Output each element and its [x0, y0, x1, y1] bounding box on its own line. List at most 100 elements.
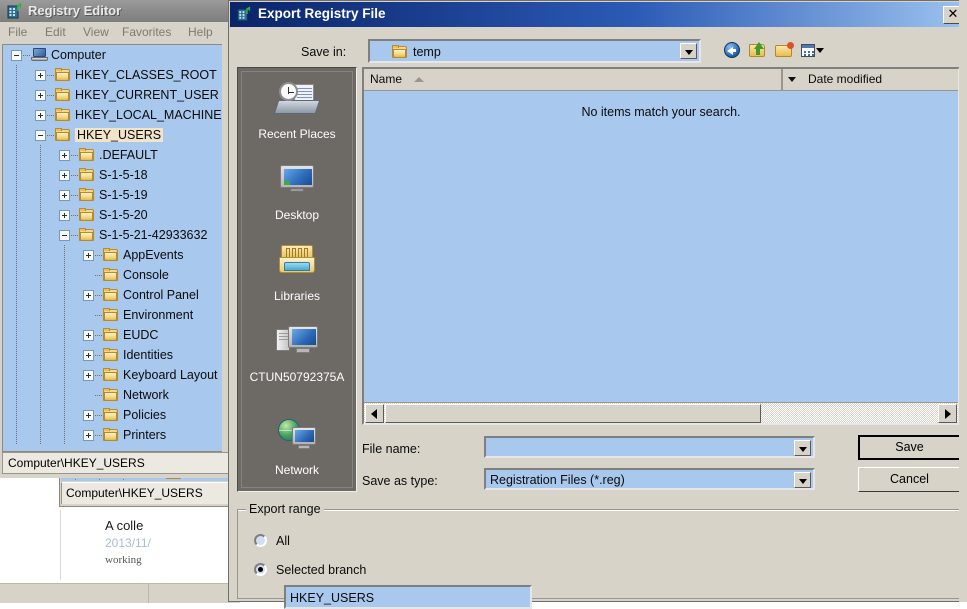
expand-toggle-icon[interactable] — [83, 350, 94, 361]
tree-item-s-1-5-21-42933632[interactable]: S-1-5-21-42933632 — [3, 225, 225, 245]
menu-favorites[interactable]: Favorites — [122, 25, 171, 39]
new-folder-icon[interactable] — [775, 41, 794, 60]
tree-connector — [16, 85, 17, 105]
tree-item-identities[interactable]: Identities — [3, 345, 225, 365]
place-network[interactable]: Network — [242, 416, 352, 477]
menu-file[interactable]: File — [8, 25, 27, 39]
scroll-left-button[interactable] — [365, 404, 384, 423]
expand-toggle-icon[interactable] — [83, 430, 94, 441]
tree-item-control-panel[interactable]: Control Panel — [3, 285, 225, 305]
expand-toggle-icon[interactable] — [35, 90, 46, 101]
tree-item-environment[interactable]: Environment — [3, 305, 225, 325]
tree-item-hkey-local-machine[interactable]: HKEY_LOCAL_MACHINE — [3, 105, 225, 125]
export-registry-file-dialog[interactable]: Export Registry File ✕ Save in: temp — [228, 0, 967, 602]
save-as-type-combobox[interactable]: Registration Files (*.reg) — [484, 468, 815, 490]
expand-toggle-icon[interactable] — [59, 210, 70, 221]
tree-item-printers[interactable]: Printers — [3, 425, 225, 445]
expand-toggle-icon[interactable] — [83, 410, 94, 421]
dialog-title-bar[interactable]: Export Registry File ✕ — [230, 2, 967, 27]
place-label: Libraries — [242, 289, 352, 303]
collapse-toggle-icon[interactable] — [59, 230, 70, 241]
scrollbar-thumb[interactable] — [385, 404, 761, 423]
tree-item-computer[interactable]: Computer — [3, 45, 225, 65]
views-icon[interactable] — [801, 41, 827, 60]
tree-connector — [40, 385, 41, 405]
tree-item-eudc[interactable]: EUDC — [3, 325, 225, 345]
registry-tree-pane[interactable]: ComputerHKEY_CLASSES_ROOT HKEY_CURRENT_US… — [2, 44, 226, 452]
collapse-toggle-icon[interactable] — [35, 130, 46, 141]
tree-connector — [40, 165, 41, 185]
file-name-dropdown-button[interactable] — [794, 440, 811, 456]
save-button[interactable]: Save — [858, 435, 961, 460]
dialog-title: Export Registry File — [258, 6, 386, 21]
tree-connector — [64, 405, 65, 425]
expand-toggle-icon[interactable] — [59, 190, 70, 201]
radio-selected-branch[interactable] — [254, 563, 267, 576]
places-bar[interactable]: Recent Places Desktop Libraries CTUN5079… — [237, 67, 357, 492]
file-list[interactable]: Name Date modified No items match your s… — [362, 67, 960, 425]
registry-editor-icon — [6, 3, 23, 19]
tree-item-hkey-classes-root[interactable]: HKEY_CLASSES_ROOT — [3, 65, 225, 85]
selected-branch-input[interactable]: HKEY_USERS — [284, 585, 532, 609]
expand-toggle-icon[interactable] — [35, 110, 46, 121]
save-in-combobox[interactable]: temp — [368, 39, 701, 63]
column-header-name-label: Name — [370, 72, 402, 86]
tree-item-console[interactable]: Console — [3, 265, 225, 285]
tree-connector — [95, 275, 102, 276]
tree-item-s-1-5-20[interactable]: S-1-5-20 — [3, 205, 225, 225]
tree-item-label: S-1-5-19 — [99, 188, 148, 202]
tree-item-default[interactable]: .DEFAULT — [3, 145, 225, 165]
scroll-right-button[interactable] — [938, 404, 957, 423]
collapse-toggle-icon[interactable] — [11, 50, 22, 61]
place-desktop[interactable]: Desktop — [242, 161, 352, 222]
tree-item-label: Printers — [123, 428, 166, 442]
up-folder-icon[interactable] — [749, 41, 768, 60]
cancel-button[interactable]: Cancel — [858, 467, 961, 492]
expand-toggle-icon[interactable] — [35, 70, 46, 81]
registry-editor-title-bar[interactable]: Registry Editor — [0, 0, 228, 22]
tree-connector — [95, 415, 102, 416]
place-recent-places[interactable]: Recent Places — [242, 80, 352, 141]
save-as-type-dropdown-button[interactable] — [794, 472, 811, 488]
column-filter-button[interactable] — [782, 69, 802, 90]
menu-help[interactable]: Help — [188, 25, 213, 39]
column-header-name[interactable]: Name — [364, 69, 784, 90]
file-list-header[interactable]: Name Date modified — [364, 69, 958, 91]
tree-item-label: HKEY_CURRENT_USER — [75, 88, 219, 102]
tree-item-s-1-5-19[interactable]: S-1-5-19 — [3, 185, 225, 205]
place-libraries[interactable]: Libraries — [242, 242, 352, 303]
tree-connector — [16, 345, 17, 365]
tree-connector — [16, 125, 17, 145]
file-list-horizontal-scrollbar[interactable] — [364, 402, 958, 423]
tree-connector — [64, 385, 65, 405]
expand-toggle-icon[interactable] — [83, 330, 94, 341]
file-list-body[interactable]: No items match your search. — [364, 91, 958, 402]
expand-toggle-icon[interactable] — [83, 250, 94, 261]
file-list-empty-message: No items match your search. — [364, 105, 958, 119]
chevron-down-icon — [816, 48, 824, 53]
file-name-input[interactable] — [484, 436, 815, 458]
tree-item-s-1-5-18[interactable]: S-1-5-18 — [3, 165, 225, 185]
tree-item-hkey-users[interactable]: HKEY_USERS — [3, 125, 225, 145]
expand-toggle-icon[interactable] — [83, 370, 94, 381]
expand-toggle-icon[interactable] — [59, 170, 70, 181]
menu-edit[interactable]: Edit — [45, 25, 66, 39]
tree-item-policies[interactable]: Policies — [3, 405, 225, 425]
tree-item-network[interactable]: Network — [3, 385, 225, 405]
save-in-dropdown-button[interactable] — [680, 43, 697, 59]
expand-toggle-icon[interactable] — [83, 290, 94, 301]
registry-editor-menu-bar[interactable]: File Edit View Favorites Help — [0, 22, 228, 42]
tree-item-appevents[interactable]: AppEvents — [3, 245, 225, 265]
tree-item-keyboard-layout[interactable]: Keyboard Layout — [3, 365, 225, 385]
background-document-line-2: 2013/11/ — [105, 536, 151, 550]
column-header-date-modified[interactable]: Date modified — [802, 69, 958, 90]
menu-view[interactable]: View — [83, 25, 109, 39]
tree-connector — [64, 345, 65, 365]
tree-item-hkey-current-user[interactable]: HKEY_CURRENT_USER — [3, 85, 225, 105]
radio-all[interactable] — [254, 534, 267, 547]
expand-toggle-icon[interactable] — [59, 150, 70, 161]
place-computer[interactable]: CTUN50792375A — [242, 323, 352, 384]
libraries-icon — [242, 242, 352, 286]
back-icon[interactable] — [723, 41, 742, 60]
registry-editor-window[interactable]: Registry Editor File Edit View Favorites… — [0, 0, 228, 478]
